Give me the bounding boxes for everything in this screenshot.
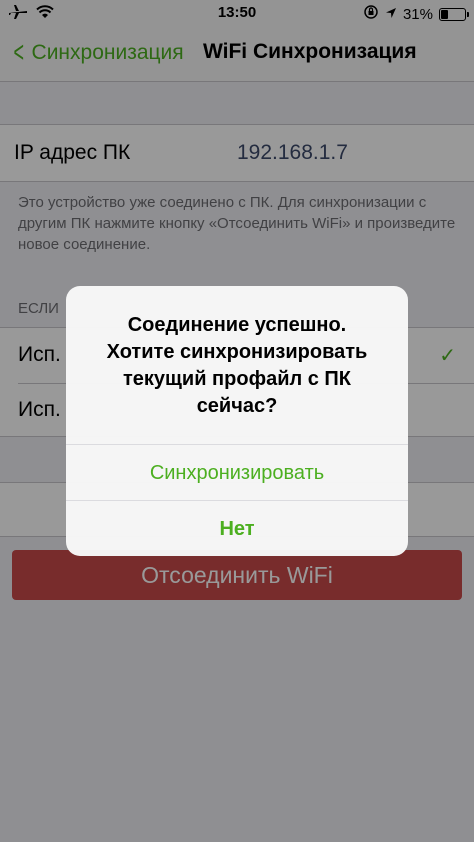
sync-button[interactable]: Синхронизировать [66,445,408,501]
no-button[interactable]: Нет [66,501,408,556]
alert-message: Соединение успешно. Хотите синхронизиров… [106,314,368,417]
alert-dialog: Соединение успешно. Хотите синхронизиров… [66,286,408,556]
